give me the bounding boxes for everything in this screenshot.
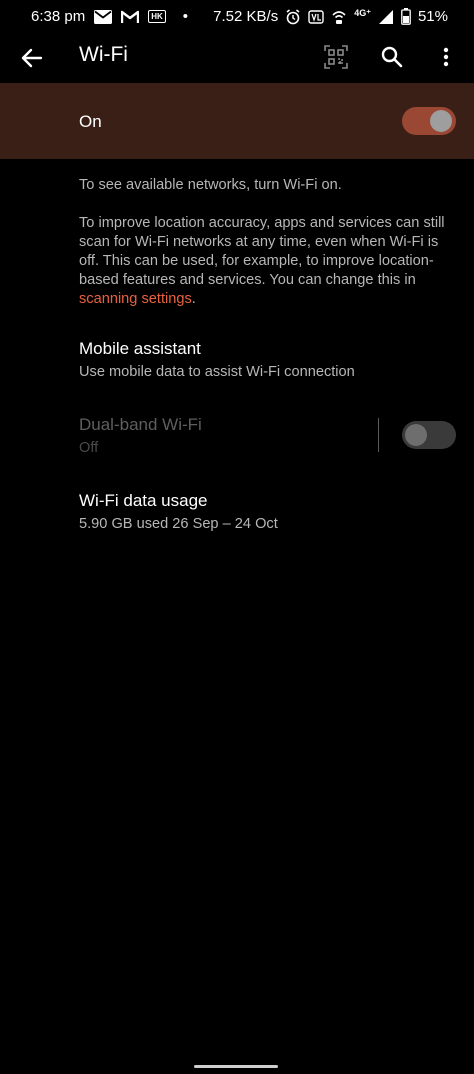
vertical-divider: [378, 418, 379, 452]
qr-scan-icon: [324, 45, 348, 69]
info-scanning-text: To improve location accuracy, apps and s…: [79, 214, 449, 309]
pref-wifi-data-usage[interactable]: Wi-Fi data usage 5.90 GB used 26 Sep – 2…: [79, 490, 449, 534]
pref-mobile-assistant-title: Mobile assistant: [79, 339, 201, 358]
network-type: 4G⁺: [354, 8, 371, 18]
status-time: 6:38 pm: [31, 8, 86, 25]
search-icon: [381, 46, 403, 68]
pref-data-usage-title: Wi-Fi data usage: [79, 491, 208, 510]
scanning-settings-link[interactable]: scanning settings: [79, 291, 192, 307]
pref-mobile-assistant[interactable]: Mobile assistant Use mobile data to assi…: [79, 338, 449, 382]
search-button[interactable]: [378, 43, 406, 71]
pref-dual-band-wifi: Dual-band Wi-Fi Off: [79, 414, 449, 458]
dual-band-toggle: [402, 421, 456, 449]
more-options-button[interactable]: [436, 43, 456, 71]
wifi-master-toggle[interactable]: [402, 107, 456, 135]
back-arrow-icon: [21, 48, 43, 68]
hk-badge-icon: HK: [148, 10, 166, 23]
wifi-calling-icon: [331, 9, 347, 25]
signal-icon: [378, 9, 394, 25]
back-button[interactable]: [18, 44, 46, 72]
info-scanning-end: .: [191, 291, 196, 307]
info-turn-on-text: To see available networks, turn Wi-Fi on…: [79, 177, 342, 193]
app-bar: Wi-Fi: [0, 34, 474, 82]
mail-icon: [94, 9, 113, 24]
battery-icon: [401, 8, 411, 25]
pref-data-usage-summary: 5.90 GB used 26 Sep – 24 Oct: [79, 516, 278, 532]
gmail-icon: [121, 10, 140, 24]
net-speed: 7.52 KB/s: [213, 8, 279, 25]
status-bar: 6:38 pm HK • 7.52 KB/s 4G⁺ 51%: [0, 0, 474, 34]
pref-mobile-assistant-summary: Use mobile data to assist Wi-Fi connecti…: [79, 364, 355, 380]
page-title: Wi-Fi: [79, 43, 128, 66]
pref-dual-band-summary: Off: [79, 440, 99, 456]
master-switch-label: On: [79, 112, 102, 131]
qr-scan-button[interactable]: [322, 43, 350, 71]
alarm-icon: [285, 8, 301, 25]
more-vert-icon: [443, 47, 449, 67]
pref-dual-band-title: Dual-band Wi-Fi: [79, 415, 202, 434]
gesture-navigation-bar[interactable]: [194, 1065, 278, 1068]
battery-percent: 51%: [417, 8, 448, 25]
notification-dot: •: [182, 8, 189, 25]
toggle-thumb: [430, 110, 452, 132]
info-scanning-body: To improve location accuracy, apps and s…: [79, 215, 445, 288]
toggle-thumb: [405, 424, 427, 446]
volte-icon: [308, 9, 324, 24]
